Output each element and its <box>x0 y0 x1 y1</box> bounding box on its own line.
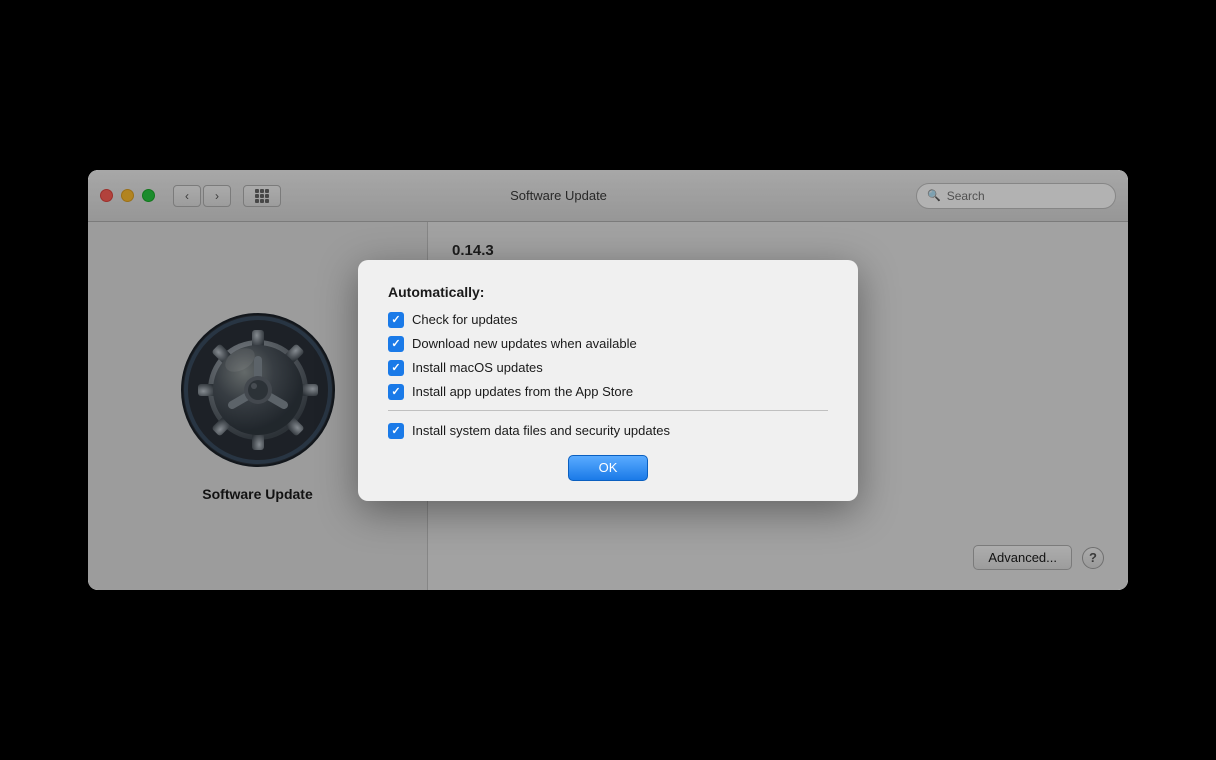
checkbox-install-macos[interactable]: ✓ <box>388 360 404 376</box>
checkmark-icon-2: ✓ <box>391 337 400 350</box>
checkbox-label-2: Download new updates when available <box>412 336 637 351</box>
checkbox-install-app-updates[interactable]: ✓ <box>388 384 404 400</box>
checkbox-label-extra: Install system data files and security u… <box>412 423 670 438</box>
checkbox-row-4: ✓ Install app updates from the App Store <box>388 384 828 400</box>
checkbox-security-updates[interactable]: ✓ <box>388 423 404 439</box>
modal-divider <box>388 410 828 411</box>
checkmark-icon: ✓ <box>391 313 400 326</box>
checkmark-icon-5: ✓ <box>391 424 400 437</box>
checkbox-row-1: ✓ Check for updates <box>388 312 828 328</box>
modal-dialog: Automatically: ✓ Check for updates ✓ Dow… <box>358 260 858 501</box>
ok-button[interactable]: OK <box>568 455 648 481</box>
checkbox-check-for-updates[interactable]: ✓ <box>388 312 404 328</box>
checkmark-icon-3: ✓ <box>391 361 400 374</box>
modal-ok-row: OK <box>388 455 828 481</box>
checkbox-download-updates[interactable]: ✓ <box>388 336 404 352</box>
main-window: ‹ › Software Update 🔍 <box>88 170 1128 590</box>
checkmark-icon-4: ✓ <box>391 385 400 398</box>
modal-overlay: Automatically: ✓ Check for updates ✓ Dow… <box>88 170 1128 590</box>
checkbox-label-4: Install app updates from the App Store <box>412 384 633 399</box>
modal-title: Automatically: <box>388 284 828 300</box>
checkbox-row-extra: ✓ Install system data files and security… <box>388 423 828 439</box>
checkbox-label-1: Check for updates <box>412 312 518 327</box>
checkbox-row-3: ✓ Install macOS updates <box>388 360 828 376</box>
checkbox-row-2: ✓ Download new updates when available <box>388 336 828 352</box>
checkbox-label-3: Install macOS updates <box>412 360 543 375</box>
